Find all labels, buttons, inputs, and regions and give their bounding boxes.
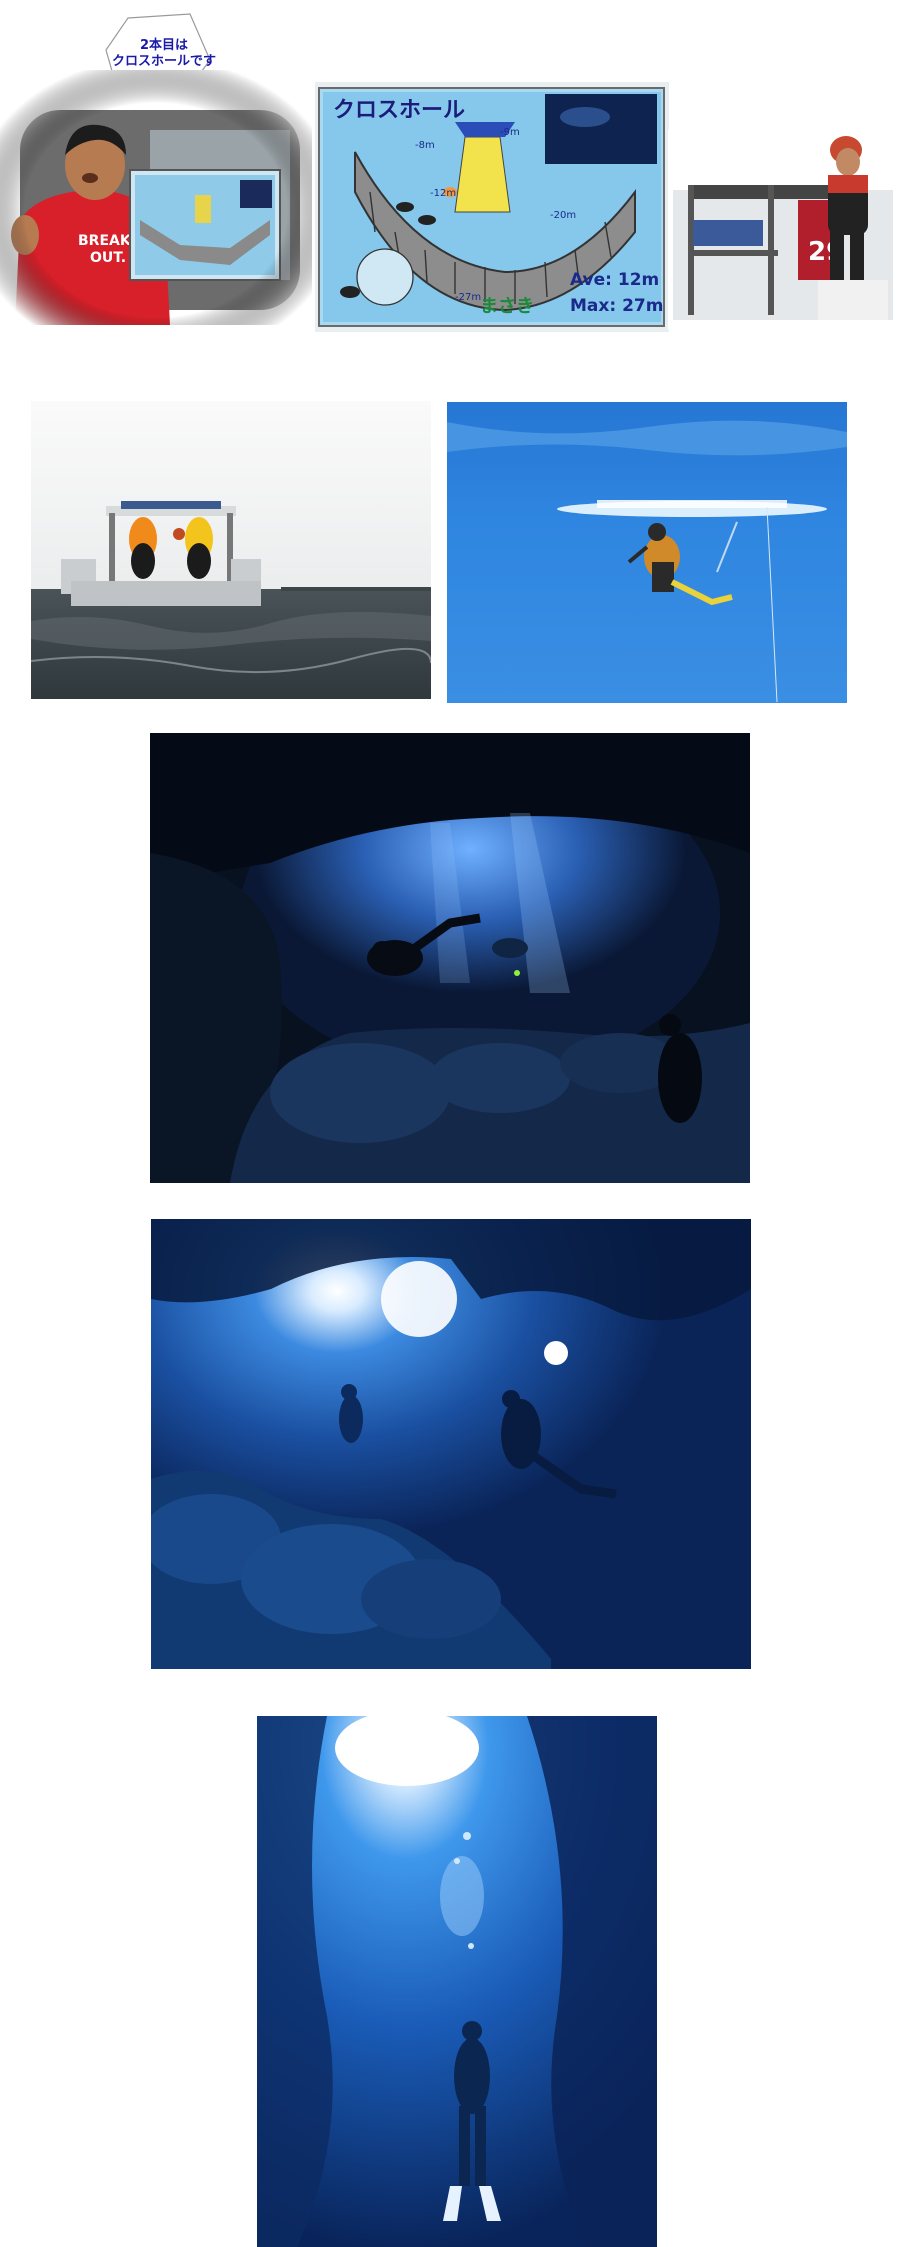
photo-dive-map: クロスホール -8m -9m -12m -20m -27m まさき Ave: 1… <box>315 82 669 332</box>
depth-mark-1: -8m <box>415 140 435 151</box>
depth-mark-3: -12m <box>430 188 457 199</box>
bubble-line-1: 2本目は <box>139 38 189 53</box>
map-signature: まさき <box>480 296 534 317</box>
map-title: クロスホール <box>333 98 466 123</box>
photo-boat-surface <box>31 401 431 699</box>
photo-guide-briefing: BREAKER OUT. <box>0 70 312 325</box>
depth-mark-2: -9m <box>500 127 520 138</box>
depth-mark-4: -20m <box>550 210 577 221</box>
bubble-line-2: クロスホールです <box>111 54 216 69</box>
avg-depth: Ave: 12m <box>570 270 660 290</box>
depth-mark-5: -27m <box>455 292 482 303</box>
photo-cave-light <box>151 1219 751 1669</box>
photo-cave-shaft <box>257 1716 657 2247</box>
max-depth: Max: 27m <box>570 296 664 316</box>
photo-diver-descent <box>447 402 847 703</box>
photo-boat-crew: 29 <box>668 130 900 330</box>
speech-bubble-text: 2本目は クロスホールです <box>100 38 228 70</box>
photo-cave-entrance <box>150 733 750 1183</box>
